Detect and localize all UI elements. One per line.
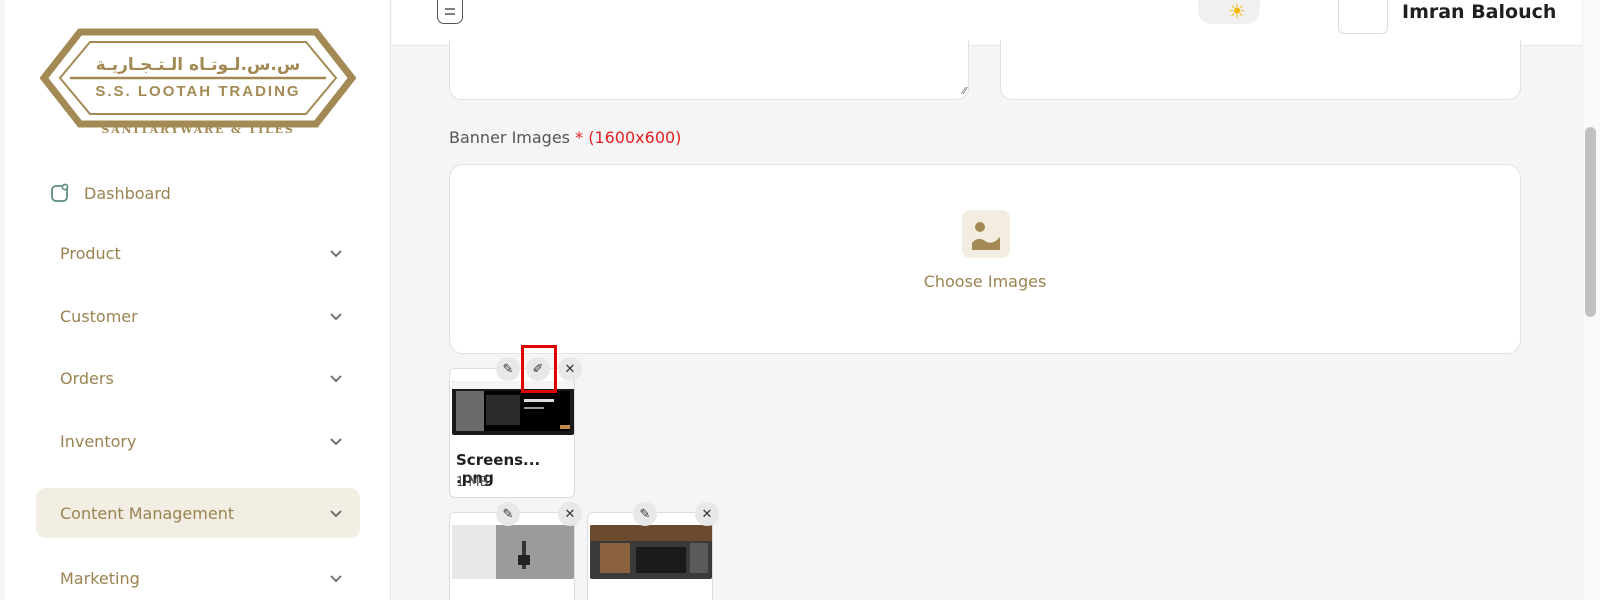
brand-arabic-name: س.س.لـوتـاه الـتـجـاريـة xyxy=(96,55,301,75)
scrollbar-thumb[interactable] xyxy=(1585,127,1596,317)
sidebar-item-content-management[interactable]: Content Management xyxy=(36,488,360,538)
brand-logo: س.س.لـوتـاه الـتـجـاريـة S.S. LOOTAH TRA… xyxy=(40,28,356,128)
chevron-down-icon xyxy=(330,375,342,383)
sidebar-item-label: Orders xyxy=(60,368,114,388)
sidebar-item-customer[interactable]: Customer xyxy=(36,291,360,341)
description-textarea-right[interactable] xyxy=(1000,40,1521,100)
file-thumbnail xyxy=(590,525,712,579)
size-hint: (1600x600) xyxy=(588,128,682,147)
sidebar-item-label: Inventory xyxy=(60,431,137,451)
resize-handle-icon[interactable]: ⁄⁄ xyxy=(963,86,966,97)
highlight-box xyxy=(521,345,557,393)
crop-icon[interactable]: ✎ xyxy=(496,502,520,526)
sidebar-item-dashboard[interactable]: Dashboard xyxy=(50,178,171,208)
user-name: Imran Balouch xyxy=(1402,1,1557,23)
choose-images-button[interactable]: Choose Images xyxy=(450,272,1520,291)
brand-english-name: S.S. LOOTAH TRADING xyxy=(95,83,300,100)
dashboard-icon xyxy=(51,183,69,202)
close-icon[interactable]: ✕ xyxy=(558,502,582,526)
crop-icon[interactable]: ✎ xyxy=(633,502,657,526)
brand-tagline: SANITARYWARE & TILES xyxy=(101,123,295,136)
crop-icon[interactable]: ✎ xyxy=(496,357,520,381)
sun-icon: ☀ xyxy=(1228,0,1246,23)
file-card xyxy=(587,512,713,600)
chevron-down-icon xyxy=(330,313,342,321)
sidebar-item-marketing[interactable]: Marketing xyxy=(36,553,360,600)
sidebar-item-label: Product xyxy=(60,243,121,263)
banner-label-text: Banner Images xyxy=(449,128,571,147)
required-mark: * xyxy=(575,128,584,147)
sidebar-item-label: Dashboard xyxy=(84,183,171,203)
sidebar-item-label: Customer xyxy=(60,306,138,326)
image-dropzone[interactable]: Choose Images xyxy=(449,164,1521,354)
avatar[interactable] xyxy=(1338,0,1388,34)
sidebar-item-label: Content Management xyxy=(60,503,235,523)
close-icon[interactable]: ✕ xyxy=(558,357,582,381)
file-thumbnail xyxy=(452,525,574,579)
sidebar-item-orders[interactable]: Orders xyxy=(36,353,360,403)
sidebar-item-product[interactable]: Product xyxy=(36,228,360,278)
image-placeholder-icon xyxy=(962,210,1010,258)
close-icon[interactable]: ✕ xyxy=(695,502,719,526)
sidebar-item-inventory[interactable]: Inventory xyxy=(36,416,360,466)
chevron-down-icon xyxy=(330,510,342,518)
chevron-down-icon xyxy=(330,438,342,446)
description-textarea-left[interactable]: ⁄⁄ xyxy=(449,40,969,100)
file-size: 1 MB xyxy=(456,475,489,490)
chevron-down-icon xyxy=(330,575,342,583)
banner-images-label: Banner Images * (1600x600) xyxy=(449,128,681,147)
sidebar-item-label: Marketing xyxy=(60,568,140,588)
menu-toggle-icon[interactable] xyxy=(437,0,463,24)
chevron-down-icon xyxy=(330,250,342,258)
